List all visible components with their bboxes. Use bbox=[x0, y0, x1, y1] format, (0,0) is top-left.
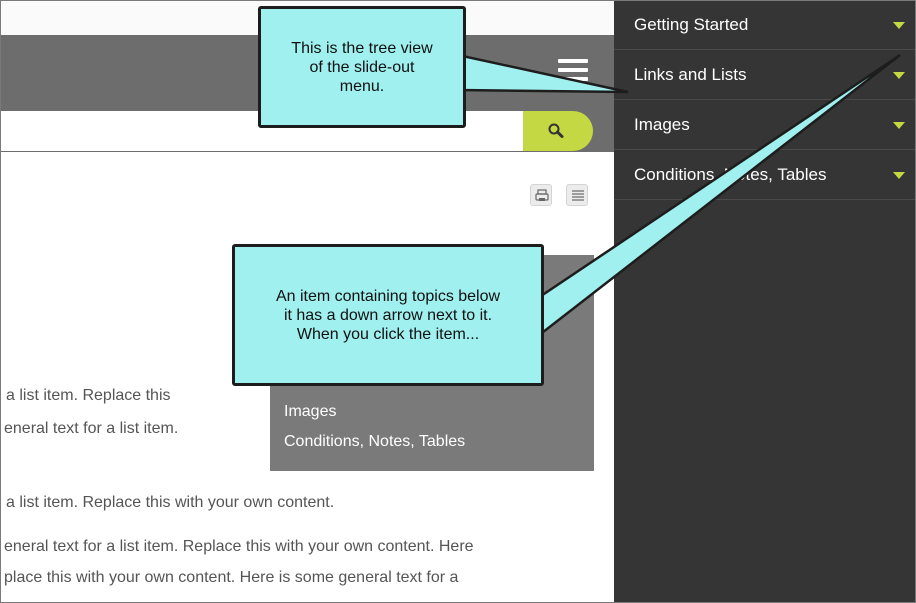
callout-down-arrow: An item containing topics below it has a… bbox=[232, 244, 544, 386]
callout-line: menu. bbox=[339, 77, 385, 95]
callout-line: it has a down arrow next to it. bbox=[283, 306, 493, 324]
callout-line: When you click the item... bbox=[296, 325, 480, 343]
callout-line: An item containing topics below bbox=[275, 287, 501, 305]
callout-tree-view: This is the tree view of the slide-out m… bbox=[258, 6, 466, 128]
callout-line: of the slide-out bbox=[309, 58, 415, 76]
callout-line: This is the tree view bbox=[291, 39, 433, 57]
